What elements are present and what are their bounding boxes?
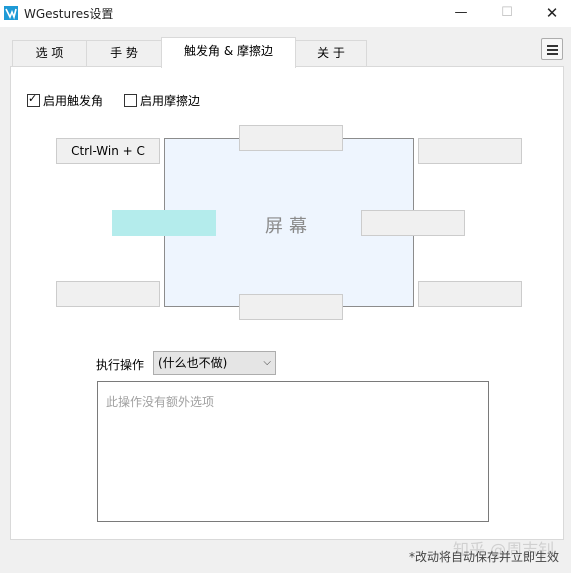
tab-corners-edges[interactable]: 触发角 & 摩擦边 — [161, 37, 296, 68]
action-selected-value: (什么也不做) — [158, 356, 228, 370]
maximize-button[interactable]: ☐ — [484, 0, 530, 27]
footer-note: *改动将自动保存并立即生效 — [409, 550, 560, 564]
checkbox-icon — [124, 94, 137, 107]
checkmark-icon: ✓ — [28, 92, 38, 105]
window-title: WGestures设置 — [24, 7, 114, 21]
tab-about[interactable]: 关 于 — [295, 40, 367, 67]
enable-edges-checkbox[interactable]: 启用摩擦边 — [124, 92, 201, 108]
enable-corners-label: 启用触发角 — [43, 94, 104, 108]
checkbox-icon: ✓ — [27, 92, 40, 107]
corner-bottom-left-slot[interactable] — [56, 281, 160, 307]
app-icon — [4, 6, 18, 20]
close-button[interactable]: ✕ — [529, 0, 571, 27]
action-label: 执行操作 — [96, 358, 145, 372]
corner-top-left-slot[interactable]: Ctrl-Win + C — [56, 138, 160, 164]
edge-left-slot[interactable] — [112, 210, 216, 236]
tab-gestures[interactable]: 手 势 — [86, 40, 162, 67]
edge-top-slot[interactable] — [239, 125, 343, 151]
edge-bottom-slot[interactable] — [239, 294, 343, 320]
action-dropdown[interactable]: (什么也不做) ⌵ — [153, 351, 276, 375]
corner-top-right-slot[interactable] — [418, 138, 522, 164]
edge-right-slot[interactable] — [361, 210, 465, 236]
minimize-button[interactable]: — — [438, 0, 484, 27]
menu-button[interactable] — [541, 38, 563, 60]
menu-icon — [547, 45, 558, 47]
corner-bottom-right-slot[interactable] — [418, 281, 522, 307]
action-options-text: 此操作没有额外选项 — [106, 395, 215, 409]
chevron-down-icon: ⌵ — [263, 357, 271, 368]
enable-edges-label: 启用摩擦边 — [140, 94, 201, 108]
enable-corners-checkbox[interactable]: ✓ 启用触发角 — [27, 92, 104, 108]
tab-options[interactable]: 选 项 — [12, 40, 87, 67]
